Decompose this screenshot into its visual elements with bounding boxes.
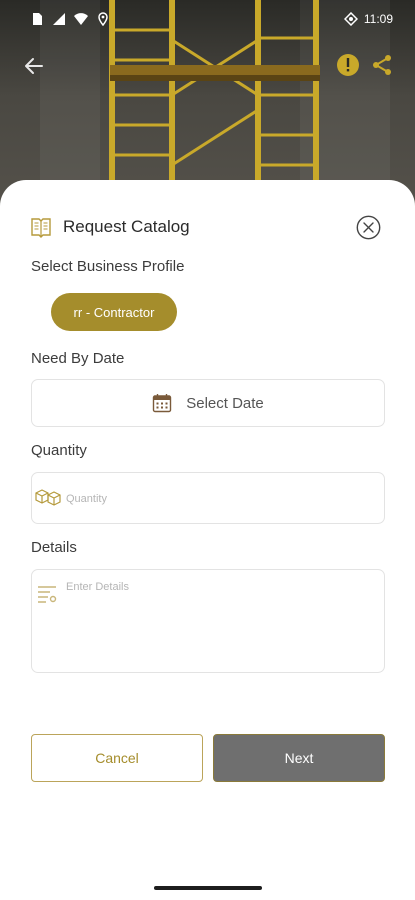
status-bar: 11:09 (0, 0, 415, 40)
wifi-icon (74, 13, 88, 25)
cancel-button[interactable]: Cancel (31, 734, 203, 782)
location-icon (98, 12, 108, 26)
need-by-date-placeholder: Select Date (186, 394, 264, 412)
close-circle-icon[interactable] (356, 215, 381, 240)
request-catalog-sheet: Request Catalog Select Business Profile … (0, 180, 415, 900)
signal-icon (53, 13, 65, 25)
sheet-header: Request Catalog (30, 216, 190, 238)
business-profile-label: Select Business Profile (31, 258, 185, 275)
catalog-book-icon (31, 218, 51, 238)
alert-icon[interactable] (336, 53, 360, 77)
quantity-label: Quantity (31, 442, 87, 459)
details-label: Details (31, 539, 77, 556)
list-icon (38, 586, 57, 603)
quantity-placeholder: Quantity (66, 493, 107, 505)
quantity-field[interactable]: Quantity (31, 472, 385, 524)
share-icon[interactable] (370, 53, 394, 77)
sim-icon (33, 13, 42, 25)
arrow-left-icon[interactable] (20, 52, 48, 80)
status-time: 11:09 (363, 12, 393, 26)
business-profile-chip[interactable]: rr - Contractor (51, 293, 177, 331)
details-textarea[interactable]: Enter Details (31, 569, 385, 673)
home-indicator[interactable] (154, 886, 262, 890)
data-saver-icon (343, 12, 358, 26)
need-by-date-picker[interactable]: Select Date (31, 379, 385, 427)
sheet-title: Request Catalog (63, 217, 190, 236)
next-button[interactable]: Next (213, 734, 385, 782)
boxes-icon (35, 489, 61, 506)
calendar-icon (153, 394, 172, 413)
details-placeholder: Enter Details (66, 581, 129, 593)
need-by-date-label: Need By Date (31, 350, 125, 367)
